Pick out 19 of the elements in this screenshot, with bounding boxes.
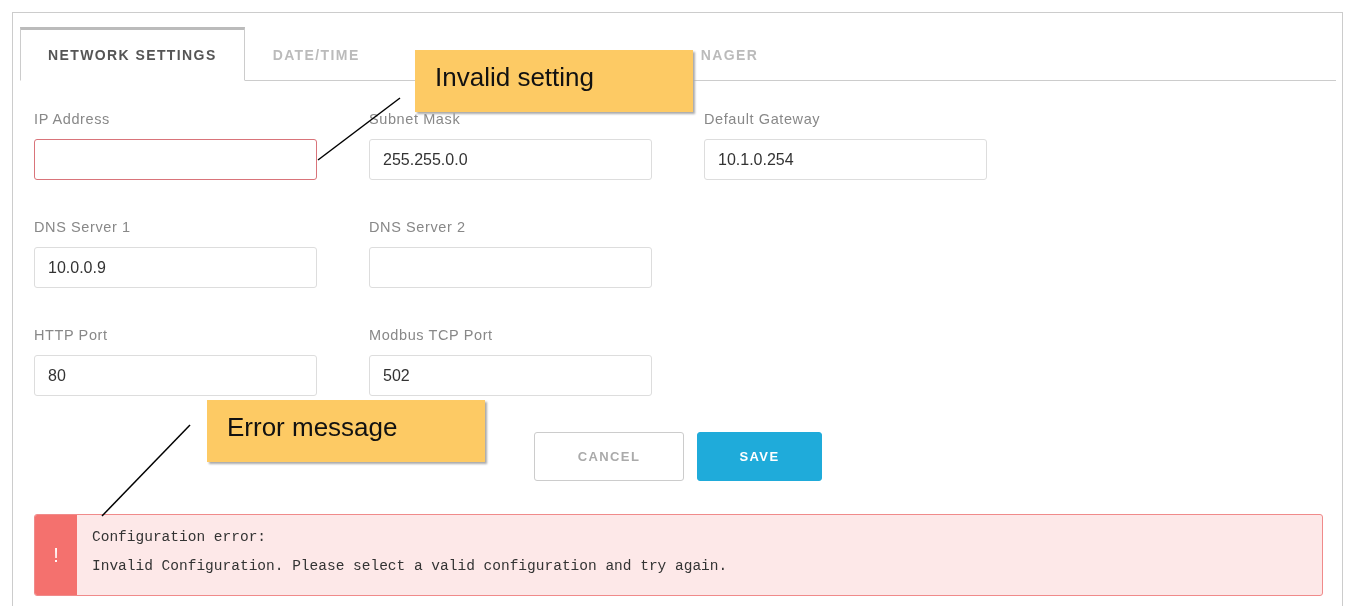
- error-message: Invalid Configuration. Please select a valid configuration and try again.: [92, 558, 728, 574]
- field-label: Modbus TCP Port: [369, 327, 494, 343]
- error-icon: !: [35, 515, 77, 595]
- field-label: HTTP Port: [34, 327, 109, 343]
- tab[interactable]: NETWORK SETTINGS: [20, 27, 245, 81]
- annotation-callout: Invalid setting: [415, 50, 693, 112]
- input-field[interactable]: 255.255.0.0: [369, 139, 652, 180]
- input-field[interactable]: 10.0.0.9: [34, 247, 317, 288]
- annotation-callout: Error message: [207, 400, 485, 462]
- field-label: DNS Server 2: [369, 219, 467, 235]
- error-title: Configuration error:: [92, 529, 268, 545]
- field-label: DNS Server 1: [34, 219, 132, 235]
- input-field[interactable]: 502: [369, 355, 652, 396]
- input-field[interactable]: 80: [34, 355, 317, 396]
- field-label: Default Gateway: [704, 111, 822, 127]
- input-field[interactable]: [34, 139, 317, 180]
- input-field[interactable]: 10.1.0.254: [704, 139, 987, 180]
- field-label: Subnet Mask: [369, 111, 462, 127]
- field-label: IP Address: [34, 111, 111, 127]
